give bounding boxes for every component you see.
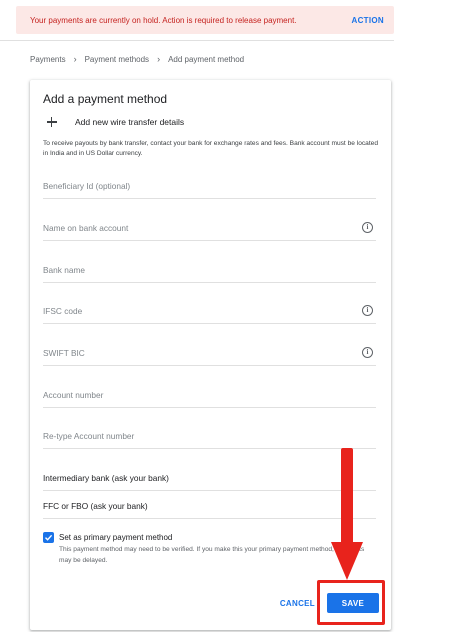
cancel-button[interactable]: CANCEL [280, 599, 315, 608]
primary-payment-checkbox[interactable] [43, 532, 54, 543]
swift-bic-input[interactable] [43, 342, 353, 364]
chevron-right-icon: › [157, 54, 161, 64]
save-highlight-box [317, 580, 385, 625]
plus-icon [47, 117, 57, 127]
annotation-arrow-icon [331, 448, 363, 580]
checkmark-icon [45, 534, 53, 541]
ifsc-code-input[interactable] [43, 300, 353, 322]
intermediary-bank-field [43, 467, 376, 491]
add-wire-transfer-label: Add new wire transfer details [75, 117, 185, 127]
breadcrumb-payments[interactable]: Payments [30, 55, 66, 64]
swift-bic-field: i [43, 342, 376, 366]
chevron-right-icon: › [73, 54, 77, 64]
account-number-input[interactable] [43, 384, 353, 406]
payment-hold-alert: Your payments are currently on hold. Act… [16, 6, 394, 34]
retype-account-number-field [43, 425, 376, 449]
primary-payment-label: Set as primary payment method [59, 533, 173, 542]
breadcrumb-add-payment-method: Add payment method [168, 54, 245, 64]
bank-name-input[interactable] [43, 259, 353, 281]
alert-action-link[interactable]: ACTION [352, 16, 384, 25]
info-icon[interactable]: i [362, 305, 373, 316]
card-title: Add a payment method [43, 92, 168, 106]
info-icon[interactable]: i [362, 222, 373, 233]
ifsc-code-field: i [43, 300, 376, 324]
alert-message: Your payments are currently on hold. Act… [30, 15, 297, 25]
beneficiary-id-field [43, 175, 376, 199]
intermediary-bank-input[interactable] [43, 467, 353, 489]
name-on-account-input[interactable] [43, 217, 353, 239]
bank-transfer-info: To receive payouts by bank transfer, con… [43, 140, 379, 157]
beneficiary-id-input[interactable] [43, 175, 353, 197]
ffc-fbo-input[interactable] [43, 495, 353, 517]
ffc-fbo-field [43, 495, 376, 519]
bank-name-field [43, 259, 376, 283]
breadcrumb: Payments › Payment methods › Add payment… [30, 53, 244, 65]
account-number-field [43, 384, 376, 408]
info-icon[interactable]: i [362, 347, 373, 358]
retype-account-number-input[interactable] [43, 425, 353, 447]
header-divider [0, 40, 394, 41]
breadcrumb-payment-methods[interactable]: Payment methods [85, 55, 149, 64]
name-on-account-field: i [43, 217, 376, 241]
add-wire-transfer-button[interactable]: Add new wire transfer details [43, 114, 184, 130]
